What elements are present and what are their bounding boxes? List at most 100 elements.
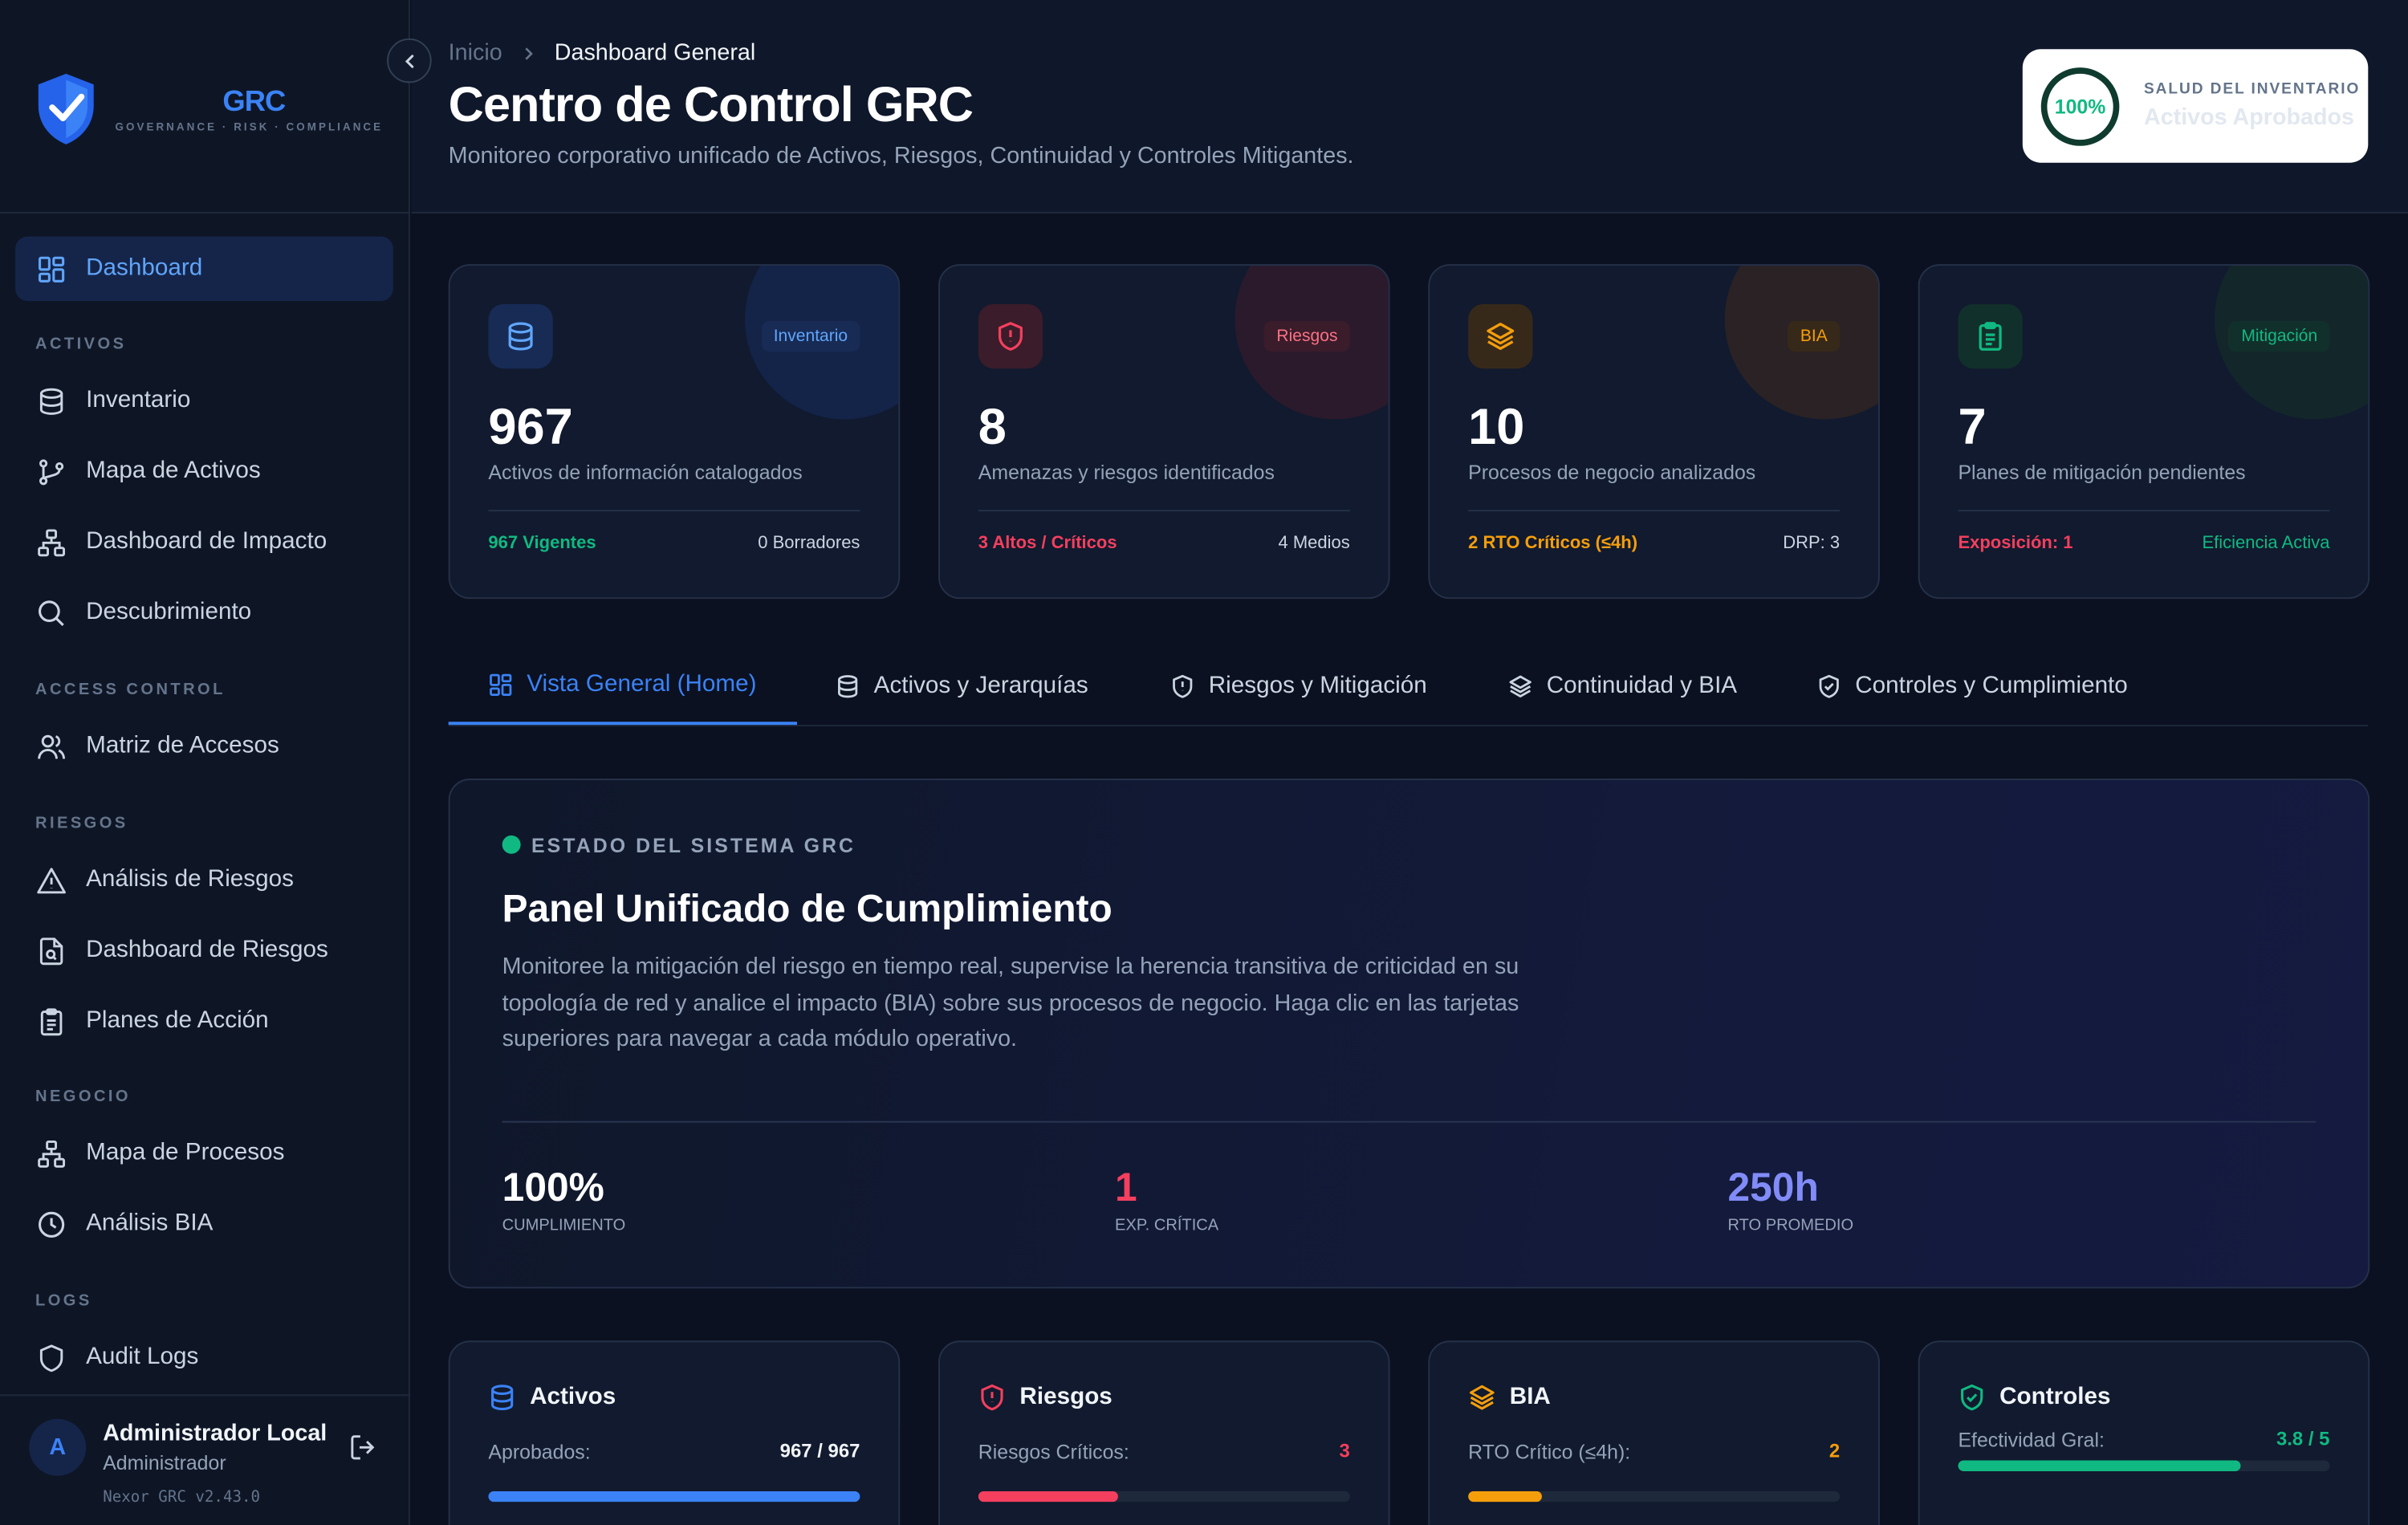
tab-label: Controles y Cumplimiento [1855,673,2128,699]
panel-description: Monitoree la mitigación del riesgo en ti… [502,954,1519,1052]
kpi-badge: Mitigación [2229,320,2330,352]
health-status: Activos Aprobados [2143,104,2355,131]
summary-label: RTO Crítico (≤4h): [1468,1440,1631,1464]
summary-card-activos[interactable]: Activos Aprobados: 967 / 967 [448,1340,901,1525]
kpi-footer-left: 3 Altos / Críticos [978,534,1117,553]
section-activos: ACTIVOS [35,335,127,354]
sidebar-item-label: Mapa de Procesos [86,1139,285,1166]
kpi-card-inventario[interactable]: Inventario 967 Activos de información ca… [448,264,901,600]
network-icon [35,527,66,557]
sidebar-item-planes-accion[interactable]: Planes de Acción [15,989,393,1053]
summary-card-controles[interactable]: Controles Efectividad Gral: 3.8 / 5 [1918,1340,2370,1525]
sidebar-item-mapa-procesos[interactable]: Mapa de Procesos [15,1121,393,1185]
panel-title: Panel Unificado de Cumplimiento [502,887,1112,931]
sidebar-item-dashboard[interactable]: Dashboard [15,236,393,302]
stat-rto-promedio: 250h RTO PROMEDIO [1727,1164,1853,1234]
tab-continuidad-bia[interactable]: Continuidad y BIA [1508,648,1737,725]
kpi-card-bia[interactable]: BIA 10 Procesos de negocio analizados 2 … [1428,264,1880,600]
sidebar-item-label: Análisis BIA [86,1210,214,1237]
summary-card-riesgos[interactable]: Riesgos Riesgos Críticos: 3 [938,1340,1390,1525]
sidebar-item-label: Dashboard [86,254,203,282]
progress-fill [488,1490,860,1503]
kpi-value: 7 [1958,397,1987,455]
tab-activos-jerarquias[interactable]: Activos y Jerarquías [836,648,1088,725]
sidebar: GRC GOVERNANCE · RISK · COMPLIANCE Dashb… [0,0,432,1525]
app-version: Nexor GRC v2.43.0 [103,1489,261,1507]
kpi-badge: BIA [1788,320,1841,352]
shield-check-logo-icon [34,71,98,148]
sidebar-item-dashboard-riesgos[interactable]: Dashboard de Riesgos [15,918,393,982]
sidebar-item-label: Mapa de Activos [86,458,261,484]
summary-card-bia[interactable]: BIA RTO Crítico (≤4h): 2 [1428,1340,1880,1525]
stat-value: 100% [502,1164,604,1210]
shield-icon [35,1342,66,1372]
summary-title: Controles [1999,1383,2111,1410]
breadcrumb-root[interactable]: Inicio [449,40,502,67]
sidebar-item-analisis-riesgos[interactable]: Análisis de Riesgos [15,848,393,912]
section-riesgos: RIESGOS [35,814,128,833]
sidebar-item-audit-logs[interactable]: Audit Logs [15,1325,393,1389]
stat-value: 250h [1727,1164,1819,1210]
tab-label: Activos y Jerarquías [873,673,1088,699]
kpi-description: Planes de mitigación pendientes [1958,460,2246,484]
sidebar-item-label: Matriz de Accesos [86,732,279,759]
layers-icon [1468,303,1533,369]
tab-riesgos-mitigacion[interactable]: Riesgos y Mitigación [1170,648,1427,725]
page-title: Centro de Control GRC [448,76,974,132]
kpi-card-mitigacion[interactable]: Mitigación 7 Planes de mitigación pendie… [1918,264,2370,600]
shield-alert-icon [978,1384,1006,1411]
tab-label: Continuidad y BIA [1546,673,1738,699]
clock-icon [35,1209,66,1239]
database-icon [488,303,553,369]
tab-label: Riesgos y Mitigación [1208,673,1427,699]
sidebar-item-label: Audit Logs [86,1344,199,1370]
grid-icon [35,254,66,284]
collapse-sidebar-button[interactable] [387,38,432,83]
layers-icon [1468,1384,1495,1411]
database-icon [488,1384,515,1411]
sidebar-item-matriz-accesos[interactable]: Matriz de Accesos [15,714,393,779]
sidebar-item-label: Descubrimiento [86,599,252,625]
search-icon [35,597,66,628]
file-search-icon [35,935,66,966]
kpi-footer-left: Exposición: 1 [1958,534,2073,553]
kpi-footer-right: DRP: 3 [1783,534,1841,553]
tab-controles-cumplimiento[interactable]: Controles y Cumplimiento [1816,648,2128,725]
user-name: Administrador Local [103,1420,327,1447]
kpi-card-riesgos[interactable]: Riesgos 8 Amenazas y riesgos identificad… [938,264,1390,600]
brand: GRC GOVERNANCE · RISK · COMPLIANCE [0,0,410,214]
stat-label: CUMPLIMIENTO [502,1216,626,1235]
summary-title: Activos [530,1383,616,1410]
sidebar-item-analisis-bia[interactable]: Análisis BIA [15,1192,393,1256]
clipboard-icon [1958,303,2023,369]
kpi-footer-right: 0 Borradores [758,534,860,553]
tab-vista-general[interactable]: Vista General (Home) [448,648,797,726]
kpi-badge: Inventario [761,320,860,352]
layers-icon [1508,674,1533,699]
summary-title: BIA [1509,1383,1551,1410]
branch-icon [35,456,66,486]
sidebar-item-dashboard-impacto[interactable]: Dashboard de Impacto [15,510,393,574]
database-icon [836,674,860,699]
kpi-footer-right: 4 Medios [1278,534,1350,553]
divider [1468,510,1841,512]
sidebar-item-mapa-activos[interactable]: Mapa de Activos [15,439,393,503]
kpi-description: Procesos de negocio analizados [1468,460,1756,484]
health-ring: 100% [2040,67,2120,146]
kpi-footer-left: 2 RTO Críticos (≤4h) [1468,534,1638,553]
progress-fill [1468,1490,1543,1503]
sidebar-item-label: Inventario [86,387,191,413]
kpi-description: Amenazas y riesgos identificados [978,460,1275,484]
sidebar-item-descubrimiento[interactable]: Descubrimiento [15,580,393,645]
sidebar-item-label: Planes de Acción [86,1007,269,1034]
users-icon [35,731,66,762]
sidebar-item-inventario[interactable]: Inventario [15,368,393,433]
progress-track [978,1490,1350,1503]
breadcrumb-current: Dashboard General [554,39,756,67]
stat-cumplimiento: 100% CUMPLIMIENTO [502,1164,626,1234]
kpi-footer-right: Eficiencia Activa [2202,534,2330,553]
warning-icon [35,864,66,895]
logout-icon[interactable] [348,1433,377,1462]
avatar[interactable]: A [29,1418,87,1476]
network-icon [35,1138,66,1169]
